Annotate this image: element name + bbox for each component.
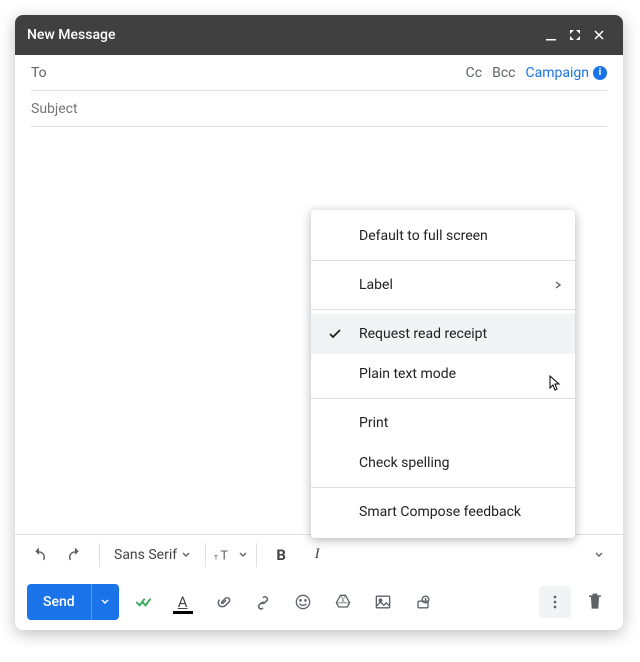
bold-button[interactable]: B	[265, 539, 297, 571]
subject-input[interactable]	[31, 101, 607, 117]
font-family-selector[interactable]: Sans Serif	[108, 547, 197, 563]
chevron-right-icon	[553, 280, 563, 290]
fullscreen-button[interactable]	[563, 23, 587, 47]
to-input[interactable]	[55, 65, 466, 81]
menu-read-receipt[interactable]: Request read receipt	[311, 314, 575, 354]
chevron-down-icon	[100, 597, 110, 607]
send-button[interactable]: Send	[27, 584, 91, 620]
compose-window: New Message To Cc Bcc Campaign i	[15, 15, 623, 630]
svg-text:T: T	[221, 548, 229, 563]
chevron-down-icon	[181, 550, 191, 560]
menu-separator	[311, 309, 575, 310]
menu-check-spelling[interactable]: Check spelling	[311, 443, 575, 483]
menu-separator	[311, 260, 575, 261]
check-icon	[327, 326, 343, 342]
font-family-label: Sans Serif	[114, 547, 177, 563]
menu-default-fullscreen[interactable]: Default to full screen	[311, 216, 575, 256]
info-icon: i	[593, 66, 607, 80]
subject-field-row[interactable]	[31, 91, 607, 127]
chevron-down-icon	[594, 550, 604, 560]
emoji-button[interactable]	[287, 586, 319, 618]
text-color-button[interactable]: A	[167, 586, 199, 618]
header-fields: To Cc Bcc Campaign i	[15, 55, 623, 127]
campaign-label: Campaign	[526, 65, 589, 81]
window-title: New Message	[27, 27, 115, 43]
more-options-button[interactable]	[539, 586, 571, 618]
drive-button[interactable]	[327, 586, 359, 618]
chevron-down-icon	[238, 550, 248, 560]
bottom-toolbar: Send A	[15, 574, 623, 630]
undo-button[interactable]	[23, 539, 55, 571]
minimize-button[interactable]	[539, 23, 563, 47]
menu-label[interactable]: Label	[311, 265, 575, 305]
menu-print[interactable]: Print	[311, 403, 575, 443]
spellcheck-button[interactable]	[127, 586, 159, 618]
bcc-link[interactable]: Bcc	[492, 65, 515, 81]
italic-button[interactable]: I	[301, 539, 333, 571]
cc-link[interactable]: Cc	[466, 65, 482, 81]
image-button[interactable]	[367, 586, 399, 618]
format-toolbar: Sans Serif тT B I	[15, 534, 623, 574]
menu-separator	[311, 398, 575, 399]
confidential-button[interactable]	[407, 586, 439, 618]
menu-plain-text[interactable]: Plain text mode	[311, 354, 575, 394]
to-field-row[interactable]: To Cc Bcc Campaign i	[31, 55, 607, 91]
campaign-link[interactable]: Campaign i	[526, 65, 607, 81]
redo-button[interactable]	[59, 539, 91, 571]
send-more-button[interactable]	[91, 584, 119, 620]
to-label: To	[31, 65, 47, 81]
more-options-menu: Default to full screen Label Request rea…	[311, 210, 575, 538]
close-button[interactable]	[587, 23, 611, 47]
link-button[interactable]	[247, 586, 279, 618]
font-size-button[interactable]: тT	[214, 539, 248, 571]
send-button-group: Send	[27, 584, 119, 620]
format-more-button[interactable]	[583, 539, 615, 571]
discard-button[interactable]	[579, 586, 611, 618]
titlebar: New Message	[15, 15, 623, 55]
attach-button[interactable]	[207, 586, 239, 618]
svg-text:т: т	[214, 552, 218, 562]
menu-separator	[311, 487, 575, 488]
menu-smart-compose[interactable]: Smart Compose feedback	[311, 492, 575, 532]
